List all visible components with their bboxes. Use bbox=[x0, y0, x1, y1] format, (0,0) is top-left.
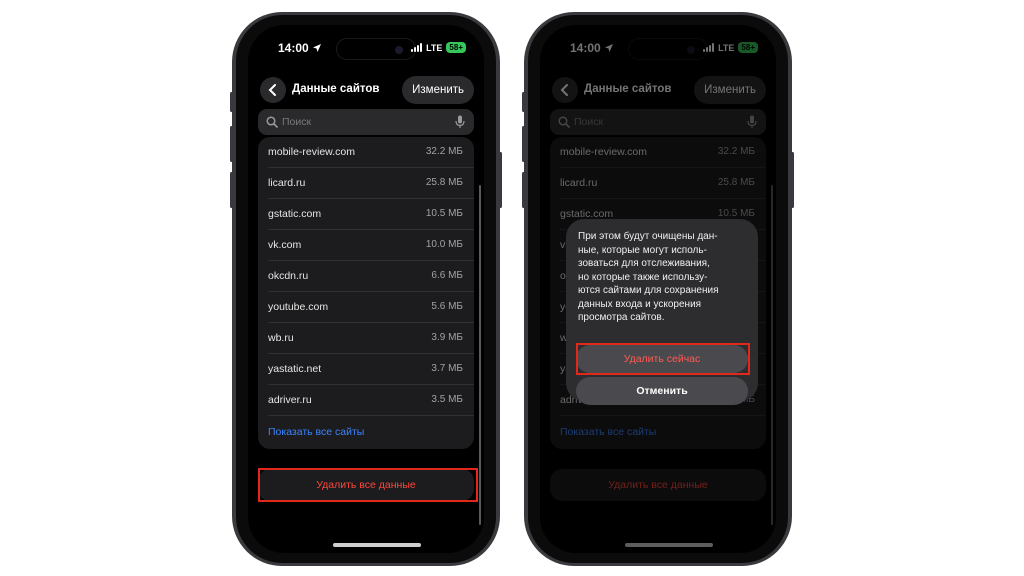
scroll-indicator bbox=[479, 185, 481, 525]
list-item[interactable]: mobile-review.com 32.2 МБ bbox=[258, 137, 474, 168]
list-item[interactable]: vk.com 10.0 МБ bbox=[258, 230, 474, 261]
search-placeholder: Поиск bbox=[282, 116, 312, 128]
site-name: youtube.com bbox=[268, 301, 329, 313]
show-all-sites-link[interactable]: Показать все сайты bbox=[268, 426, 364, 438]
side-button bbox=[499, 152, 502, 208]
phone-bezel: 14:00 LTE 58+ Данные сайтов Изменить Пои… bbox=[528, 15, 788, 563]
back-button[interactable] bbox=[260, 77, 286, 103]
site-size: 32.2 МБ bbox=[425, 146, 463, 157]
network-label: LTE bbox=[426, 42, 443, 53]
edit-button[interactable]: Изменить bbox=[402, 76, 474, 104]
phone-bezel: 14:00 LTE 58+ Данные сайтов Изменить Пои… bbox=[236, 15, 496, 563]
alert-message-line: ные, которые могут исполь- bbox=[578, 244, 707, 256]
site-name: okcdn.ru bbox=[268, 270, 309, 282]
site-size: 5.6 МБ bbox=[431, 301, 463, 312]
side-button bbox=[791, 152, 794, 208]
location-arrow-icon bbox=[313, 44, 321, 52]
site-name: yastatic.net bbox=[268, 363, 322, 375]
site-size: 25.8 МБ bbox=[425, 177, 463, 188]
side-button bbox=[230, 126, 233, 162]
list-item[interactable]: gstatic.com 10.5 МБ bbox=[258, 199, 474, 230]
chevron-left-icon bbox=[268, 84, 276, 96]
alert-message-line: но которые также использу- bbox=[578, 271, 708, 283]
side-button bbox=[522, 126, 525, 162]
navigation-bar: Данные сайтов Изменить bbox=[248, 75, 484, 105]
sites-list: mobile-review.com 32.2 МБ licard.ru 25.8 М… bbox=[258, 137, 474, 449]
alert-message: При этом будут очищены дан- ные, которые… bbox=[578, 230, 746, 325]
site-name: mobile-review.com bbox=[268, 146, 355, 158]
divider bbox=[268, 415, 474, 416]
side-button bbox=[230, 92, 233, 112]
side-button bbox=[230, 172, 233, 208]
list-item[interactable]: youtube.com 5.6 МБ bbox=[258, 292, 474, 323]
alert-message-line: просмотра сайтов. bbox=[578, 312, 665, 323]
alert-message-line: зоваться для отслеживания, bbox=[578, 258, 710, 269]
site-size: 6.6 МБ bbox=[431, 270, 463, 281]
screen: 14:00 LTE 58+ Данные сайтов Изменить Пои… bbox=[248, 25, 484, 553]
status-bar: 14:00 LTE 58+ bbox=[248, 41, 484, 59]
site-name: gstatic.com bbox=[268, 208, 322, 220]
highlight-frame bbox=[576, 343, 750, 375]
site-name: wb.ru bbox=[268, 332, 294, 344]
site-name: adriver.ru bbox=[268, 394, 312, 406]
highlight-frame bbox=[258, 468, 478, 502]
site-size: 10.0 МБ bbox=[425, 239, 463, 250]
side-button bbox=[522, 172, 525, 208]
alert-message-line: данных входа и ускорения bbox=[578, 298, 702, 310]
list-item[interactable]: okcdn.ru 6.6 МБ bbox=[258, 261, 474, 292]
list-item[interactable]: adriver.ru 3.5 МБ bbox=[258, 385, 474, 416]
home-indicator bbox=[333, 543, 421, 547]
status-time: 14:00 bbox=[278, 41, 309, 55]
alert-message-line: ются сайтами для сохранения bbox=[578, 285, 719, 296]
site-name: vk.com bbox=[268, 239, 302, 251]
search-field[interactable]: Поиск bbox=[258, 109, 474, 135]
cancel-button[interactable]: Отменить bbox=[576, 377, 748, 405]
page-title: Данные сайтов bbox=[292, 83, 380, 95]
list-item[interactable]: yastatic.net 3.7 МБ bbox=[258, 354, 474, 385]
list-item[interactable]: wb.ru 3.9 МБ bbox=[258, 323, 474, 354]
site-size: 3.5 МБ bbox=[431, 394, 463, 405]
status-indicators: LTE 58+ bbox=[411, 42, 466, 53]
mic-icon[interactable] bbox=[455, 115, 465, 129]
search-icon bbox=[266, 116, 278, 128]
alert-message-line: При этом будут очищены дан- bbox=[578, 231, 718, 242]
battery-icon: 58+ bbox=[446, 42, 466, 53]
screen: 14:00 LTE 58+ Данные сайтов Изменить Пои… bbox=[540, 25, 776, 553]
phone-left: 14:00 LTE 58+ Данные сайтов Изменить Пои… bbox=[230, 12, 502, 566]
site-size: 3.9 МБ bbox=[431, 332, 463, 343]
list-item[interactable]: licard.ru 25.8 МБ bbox=[258, 168, 474, 199]
site-name: licard.ru bbox=[268, 177, 306, 189]
signal-bars-icon bbox=[411, 43, 423, 52]
phone-right: 14:00 LTE 58+ Данные сайтов Изменить Пои… bbox=[522, 12, 794, 566]
site-size: 3.7 МБ bbox=[431, 363, 463, 374]
side-button bbox=[522, 92, 525, 112]
site-size: 10.5 МБ bbox=[425, 208, 463, 219]
